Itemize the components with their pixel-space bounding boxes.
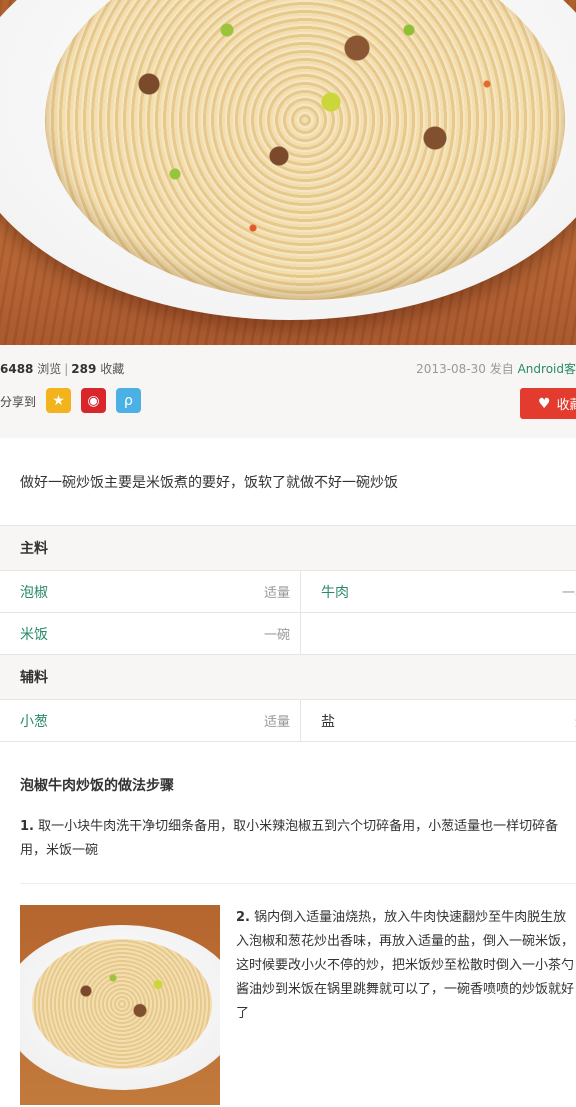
favorite-button-label: 收藏 bbox=[556, 398, 576, 413]
step-2-photo[interactable] bbox=[20, 905, 220, 1105]
favorite-button[interactable]: ♥ 收藏 bbox=[520, 388, 576, 419]
ingredient-row: 小葱 适量 盐 适 bbox=[0, 700, 576, 742]
views-label: 浏览 bbox=[37, 362, 62, 376]
step-number: 1. bbox=[20, 819, 34, 834]
recipe-hero-photo bbox=[0, 0, 576, 345]
ingredient-row: 米饭 一碗 bbox=[0, 613, 576, 655]
share-qzone-button[interactable]: ★ bbox=[46, 388, 71, 413]
ingredient-cell: 米饭 一碗 bbox=[0, 613, 300, 654]
ingredient-name[interactable]: 牛肉 bbox=[321, 582, 349, 602]
steps-title: 泡椒牛肉炒饭的做法步骤 bbox=[20, 778, 174, 794]
recipe-description: 做好一碗炒饭主要是米饭煮的要好，饭软了就做不好一碗炒饭 bbox=[20, 475, 398, 491]
step-number: 2. bbox=[236, 910, 250, 925]
posted-from-label: 发自 bbox=[489, 362, 514, 376]
post-source-link[interactable]: Android客 bbox=[518, 362, 576, 376]
share-label: 分享到 bbox=[0, 395, 37, 409]
heart-icon: ♥ bbox=[538, 395, 551, 412]
post-meta: 2013-08-30 发自 Android客 bbox=[416, 360, 576, 377]
ingredient-name[interactable]: 泡椒 bbox=[20, 582, 48, 602]
weibo-icon: ◉ bbox=[87, 392, 100, 409]
share-moments-button[interactable]: ρ bbox=[116, 388, 141, 413]
ingredient-name: 盐 bbox=[321, 713, 335, 730]
ingredient-qty: 一小 bbox=[561, 586, 576, 601]
ingredient-cell: 盐 适 bbox=[300, 700, 576, 741]
ingredient-qty: 适量 bbox=[263, 715, 290, 730]
ingredient-cell: 小葱 适量 bbox=[0, 700, 300, 741]
favorites-label: 收藏 bbox=[100, 362, 125, 376]
share-weibo-button[interactable]: ◉ bbox=[81, 388, 106, 413]
main-ingredients-title: 主料 bbox=[0, 526, 576, 571]
main-ingredients-table: 主料 泡椒 适量 牛肉 一小 米饭 一碗 辅料 小葱 适量 盐 适 bbox=[0, 525, 576, 742]
ingredient-name[interactable]: 米饭 bbox=[20, 624, 48, 644]
aux-ingredients-title: 辅料 bbox=[0, 655, 576, 700]
favorites-count: 289 bbox=[71, 362, 97, 376]
fried-rice bbox=[32, 939, 212, 1069]
ingredient-name[interactable]: 小葱 bbox=[20, 711, 48, 731]
step-divider bbox=[20, 883, 576, 884]
ingredient-cell: 牛肉 一小 bbox=[300, 571, 576, 612]
star-icon: ★ bbox=[52, 392, 65, 409]
ingredient-cell: 泡椒 适量 bbox=[0, 571, 300, 612]
ingredient-cell-empty bbox=[300, 613, 576, 654]
ingredient-row: 泡椒 适量 牛肉 一小 bbox=[0, 571, 576, 613]
step-text: 取一小块牛肉洗干净切细条备用，取小米辣泡椒五到六个切碎备用，小葱适量也一样切碎备… bbox=[20, 819, 559, 858]
post-date: 2013-08-30 bbox=[416, 362, 486, 376]
stats-separator: | bbox=[64, 362, 69, 376]
ingredient-qty: 一碗 bbox=[263, 628, 290, 643]
step-2: 2. 锅内倒入适量油烧热，放入牛肉快速翻炒至牛肉脱生放入泡椒和葱花炒出香味，再放… bbox=[236, 906, 576, 1026]
step-1: 1. 取一小块牛肉洗干净切细条备用，取小米辣泡椒五到六个切碎备用，小葱适量也一样… bbox=[20, 815, 576, 863]
view-favorite-stats: 6488 浏览 | 289 收藏 bbox=[0, 360, 124, 377]
stats-bar: 6488 浏览 | 289 收藏 2013-08-30 发自 Android客 分享… bbox=[0, 345, 576, 438]
views-count: 6488 bbox=[0, 362, 34, 376]
moments-icon: ρ bbox=[124, 392, 133, 409]
step-text: 锅内倒入适量油烧热，放入牛肉快速翻炒至牛肉脱生放入泡椒和葱花炒出香味，再放入适量… bbox=[236, 910, 575, 1021]
ingredient-qty: 适量 bbox=[263, 586, 290, 601]
